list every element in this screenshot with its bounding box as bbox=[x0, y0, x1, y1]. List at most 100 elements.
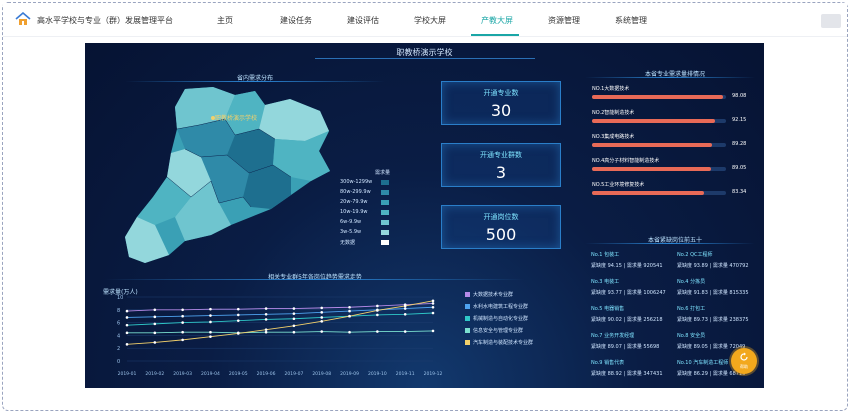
trend-data-point[interactable] bbox=[403, 330, 407, 333]
trend-data-point[interactable] bbox=[125, 316, 129, 319]
trend-data-point[interactable] bbox=[181, 338, 184, 342]
trend-data-point[interactable] bbox=[292, 312, 296, 315]
trend-data-point[interactable] bbox=[292, 317, 296, 321]
trend-data-point[interactable] bbox=[403, 307, 407, 310]
job-stats: 紧缺度 90.02 | 需求量 256218 bbox=[591, 317, 663, 323]
trend-data-point[interactable] bbox=[264, 330, 268, 334]
trend-data-point[interactable] bbox=[153, 341, 157, 344]
province-map[interactable]: 职教桥演示学校 bbox=[115, 85, 345, 267]
trend-data-point[interactable] bbox=[348, 305, 351, 309]
job-item[interactable]: No.5 电器销售 紧缺度 90.02 | 需求量 256218 bbox=[591, 305, 675, 333]
trend-data-point[interactable] bbox=[376, 330, 379, 333]
trend-data-point[interactable] bbox=[431, 311, 435, 315]
rank-item-bar bbox=[592, 167, 712, 171]
trend-data-point[interactable] bbox=[376, 313, 379, 317]
trend-data-point[interactable] bbox=[292, 330, 296, 334]
nav-resources[interactable]: 资源管理 bbox=[548, 15, 580, 26]
rank-item-label: NO.1大数据技术 bbox=[592, 86, 630, 92]
job-item[interactable]: No.7 业务开发经理 紧缺度 89.07 | 需求量 55698 bbox=[591, 332, 675, 360]
trend-data-point[interactable] bbox=[209, 320, 212, 324]
trend-data-point[interactable] bbox=[320, 316, 324, 319]
job-demand-label: 需求量 bbox=[626, 317, 642, 323]
trend-data-point[interactable] bbox=[125, 323, 129, 327]
nav-system[interactable]: 系统管理 bbox=[615, 15, 647, 26]
job-gap-label: 紧缺度 bbox=[591, 371, 607, 377]
trend-data-point[interactable] bbox=[125, 309, 129, 313]
trend-data-point[interactable] bbox=[403, 304, 407, 308]
trend-data-point[interactable] bbox=[403, 312, 407, 316]
trend-data-point[interactable] bbox=[209, 335, 212, 338]
job-demand-label: 需求量 bbox=[712, 317, 728, 323]
trend-data-point[interactable] bbox=[320, 306, 324, 310]
trend-data-point[interactable] bbox=[181, 308, 184, 312]
trend-data-point[interactable] bbox=[320, 330, 324, 333]
trend-data-point[interactable] bbox=[236, 313, 240, 317]
trend-data-point[interactable] bbox=[292, 307, 296, 310]
trend-data-point[interactable] bbox=[431, 329, 435, 333]
nav-tasks[interactable]: 建设任务 bbox=[280, 15, 312, 26]
trend-data-point[interactable] bbox=[209, 307, 212, 311]
nav-school-screen[interactable]: 学校大屏 bbox=[414, 15, 446, 26]
trend-data-point[interactable] bbox=[264, 328, 268, 331]
trend-data-point[interactable] bbox=[348, 314, 351, 318]
trend-y-tick: 4 bbox=[117, 333, 120, 339]
rank-item-bar bbox=[592, 95, 724, 99]
trend-data-point[interactable] bbox=[292, 324, 296, 328]
help-label: 帮助 bbox=[740, 364, 748, 369]
trend-data-point[interactable] bbox=[264, 307, 268, 310]
trend-data-point[interactable] bbox=[209, 314, 212, 317]
trend-data-point[interactable] bbox=[264, 318, 268, 321]
nav-industry-screen[interactable]: 产教大屏 bbox=[481, 15, 513, 26]
trend-data-point[interactable] bbox=[348, 309, 351, 313]
nav-evaluation[interactable]: 建设评估 bbox=[347, 15, 379, 26]
job-gap-label: 紧缺度 bbox=[677, 344, 693, 350]
trend-data-point[interactable] bbox=[181, 330, 184, 334]
trend-data-point[interactable] bbox=[236, 332, 240, 335]
job-item[interactable]: No.9 销售代表 紧缺度 88.92 | 需求量 347431 bbox=[591, 359, 675, 387]
trend-data-point[interactable] bbox=[125, 343, 129, 346]
trend-data-point[interactable] bbox=[376, 304, 379, 308]
card-open-positions-value: 500 bbox=[485, 225, 517, 244]
help-button[interactable]: 帮助 bbox=[731, 348, 757, 374]
nav-home[interactable]: 主页 bbox=[217, 15, 233, 26]
trend-data-point[interactable] bbox=[181, 321, 184, 324]
job-item[interactable]: No.1 包装工 紧缺度 94.15 | 需求量 920541 bbox=[591, 251, 675, 279]
trend-legend-item[interactable]: 大数据技术专业群 bbox=[465, 291, 513, 298]
rank-panel-divider bbox=[585, 77, 755, 78]
trend-data-point[interactable] bbox=[153, 315, 157, 319]
trend-data-point[interactable] bbox=[264, 312, 268, 316]
trend-legend-swatch bbox=[465, 304, 470, 309]
trend-legend-item[interactable]: 信息安全与管理专业群 bbox=[465, 327, 523, 334]
job-item[interactable]: No.3 电装工 紧缺度 93.77 | 需求量 1006247 bbox=[591, 278, 675, 306]
trend-data-point[interactable] bbox=[153, 331, 157, 335]
rank-item-bar bbox=[592, 143, 712, 147]
job-gap-value: 88.92 bbox=[607, 371, 622, 377]
job-item[interactable]: No.6 打包工 紧缺度 89.73 | 需求量 238375 bbox=[677, 305, 761, 333]
trend-data-point[interactable] bbox=[209, 330, 212, 334]
rank-item-label: NO.3集成电路技术 bbox=[592, 134, 635, 140]
trend-data-point[interactable] bbox=[431, 299, 435, 303]
job-gap-value: 86.29 bbox=[693, 371, 708, 377]
job-item[interactable]: No.2 QC工程师 紧缺度 93.89 | 需求量 470792 bbox=[677, 251, 761, 279]
trend-data-point[interactable] bbox=[376, 309, 379, 312]
job-item[interactable]: No.4 分拣员 紧缺度 91.83 | 需求量 815335 bbox=[677, 278, 761, 306]
trend-data-point[interactable] bbox=[181, 314, 184, 318]
trend-legend-item[interactable]: 水利水电建筑工程专业群 bbox=[465, 303, 528, 310]
trend-data-point[interactable] bbox=[431, 302, 435, 305]
user-avatar[interactable] bbox=[821, 14, 841, 28]
trend-data-point[interactable] bbox=[431, 305, 435, 309]
trend-x-tick: 2019-09 bbox=[340, 371, 359, 377]
job-gap-value: 94.15 bbox=[607, 263, 622, 269]
app-title: 高水平学校与专业（群）发展管理平台 bbox=[37, 16, 173, 25]
trend-data-point[interactable] bbox=[125, 331, 129, 335]
trend-data-point[interactable] bbox=[236, 307, 240, 311]
trend-legend-item[interactable]: 汽车制造与装配技术专业群 bbox=[465, 339, 533, 346]
trend-data-point[interactable] bbox=[153, 322, 157, 326]
trend-data-point[interactable] bbox=[320, 320, 324, 323]
trend-data-point[interactable] bbox=[236, 319, 240, 322]
trend-legend-item[interactable]: 机械制造与自动化专业群 bbox=[465, 315, 528, 322]
trend-data-point[interactable] bbox=[153, 308, 157, 312]
trend-data-point[interactable] bbox=[320, 311, 324, 314]
trend-data-point[interactable] bbox=[348, 330, 351, 334]
job-demand-label: 需求量 bbox=[712, 371, 728, 377]
